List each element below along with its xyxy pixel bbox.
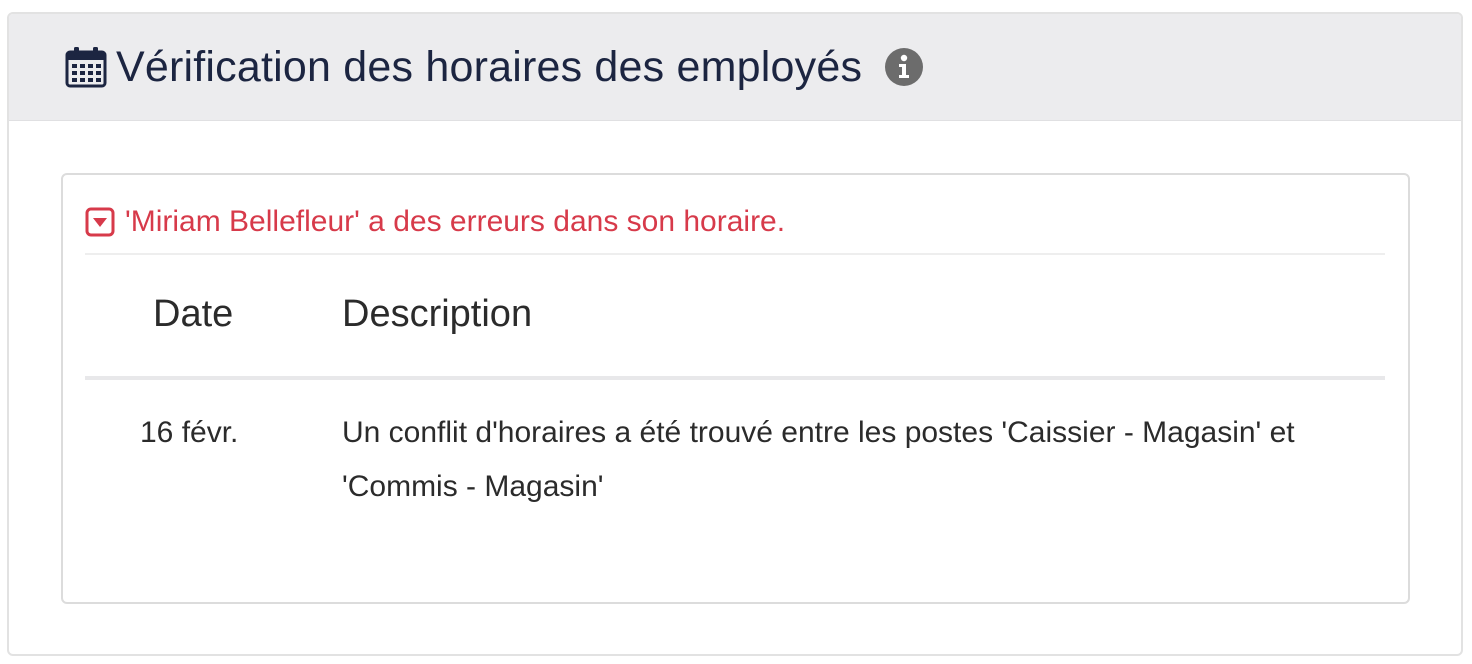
column-header-description: Description (342, 293, 533, 335)
table-cell-date: 16 févr. (140, 416, 239, 449)
page-title: Vérification des horaires des employés (116, 42, 863, 91)
employee-error-card: 'Miriam Bellefleur' a des erreurs dans s… (61, 173, 1410, 604)
info-circle-icon[interactable] (884, 47, 924, 87)
panel-header: Vérification des horaires des employés (9, 14, 1461, 121)
schedule-check-panel: Vérification des horaires des employés '… (7, 12, 1463, 656)
employee-error-toggle[interactable]: 'Miriam Bellefleur' a des erreurs dans s… (85, 205, 785, 239)
caret-square-down-icon (85, 207, 115, 237)
calendar-icon (64, 45, 108, 89)
column-header-date: Date (153, 293, 234, 335)
table-cell-description: Un conflit d'horaires a été trouvé entre… (342, 416, 1295, 503)
employee-error-message: 'Miriam Bellefleur' a des erreurs dans s… (125, 205, 786, 238)
table-header-divider (85, 376, 1385, 380)
divider (85, 253, 1385, 255)
